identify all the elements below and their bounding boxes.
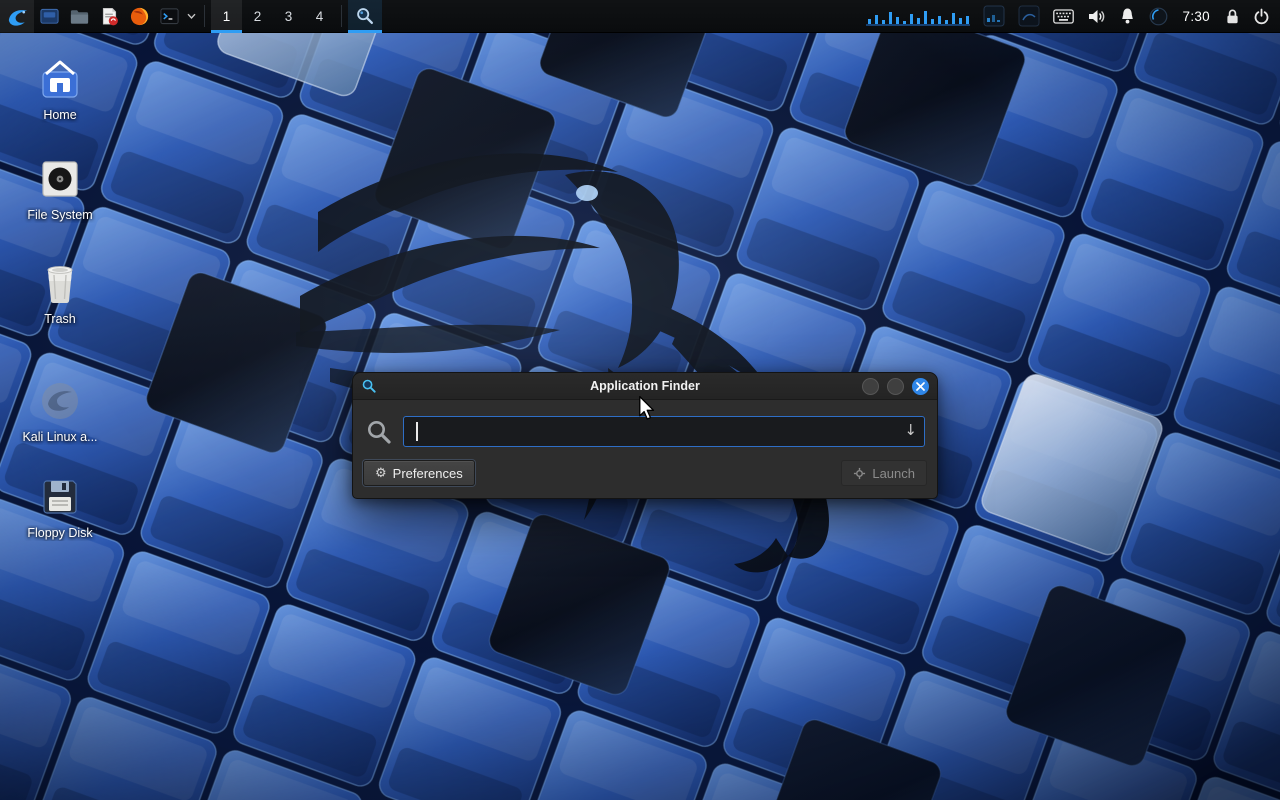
lock-icon (1225, 8, 1240, 25)
gear-icon: ⚙ (375, 466, 387, 481)
speaker-icon (1087, 8, 1106, 25)
firefox-icon (129, 6, 150, 27)
search-input[interactable] (403, 416, 925, 447)
desktop-icon-label: Home (40, 107, 79, 123)
desktop-icon-trash[interactable]: Trash (14, 258, 106, 332)
dark-circle-icon (1149, 7, 1168, 26)
app-launcher-firefox[interactable] (124, 0, 154, 33)
dark-tray-icon (983, 5, 1005, 27)
applications-menu-button[interactable] (0, 0, 34, 33)
launch-button-label: Launch (872, 466, 915, 481)
window-body: ↓ ⚙ Preferences Launch (353, 400, 937, 498)
text-editor-icon (99, 6, 120, 27)
desktop-icon-home[interactable]: Home (14, 54, 106, 128)
home-icon (38, 58, 82, 100)
kali-launcher-icon (39, 380, 81, 422)
preferences-button-label: Preferences (393, 466, 463, 481)
folder-icon (69, 6, 90, 27)
maximize-button[interactable] (887, 378, 904, 395)
screen-lock-indicator[interactable] (1225, 0, 1240, 33)
close-icon (916, 382, 925, 391)
window-titlebar[interactable]: Application Finder (353, 373, 937, 400)
keyboard-icon (1053, 9, 1074, 24)
tray-status-icon-1[interactable] (983, 0, 1005, 33)
clock[interactable]: 7:30 (1181, 0, 1212, 33)
top-panel: 1 2 3 4 (0, 0, 1280, 33)
desktop-icon-label: File System (24, 207, 95, 223)
application-finder-window: Application Finder (352, 372, 938, 499)
desktop-icon-kali-linux[interactable]: Kali Linux a... (14, 376, 106, 450)
desktop: 1 2 3 4 (0, 0, 1280, 800)
minimize-button[interactable] (862, 378, 879, 395)
dropdown-arrow-icon[interactable]: ↓ (904, 421, 917, 439)
logout-button[interactable] (1253, 0, 1270, 33)
close-button[interactable] (912, 378, 929, 395)
bell-icon (1119, 7, 1136, 25)
app-launcher-files[interactable] (34, 0, 64, 33)
status-circle-indicator[interactable] (1149, 0, 1168, 33)
preferences-button[interactable]: ⚙ Preferences (363, 460, 475, 486)
window-controls (862, 378, 929, 395)
app-launcher-terminal[interactable] (154, 0, 184, 33)
workspace-button-2[interactable]: 2 (242, 0, 273, 33)
waveform-graph-icon (866, 5, 970, 27)
launch-button[interactable]: Launch (841, 460, 927, 486)
search-icon (365, 418, 393, 446)
taskbar-application-finder-button[interactable] (348, 0, 382, 33)
trash-icon (40, 262, 80, 304)
desktop-icon-label: Trash (41, 311, 79, 327)
power-icon (1253, 8, 1270, 25)
workspace-button-4[interactable]: 4 (304, 0, 335, 33)
desktop-icon-floppy-disk[interactable]: Floppy Disk (14, 472, 106, 546)
terminal-icon (159, 6, 180, 27)
kali-logo-icon (5, 4, 30, 29)
search-row: ↓ (363, 412, 927, 449)
desktop-icon-label: Kali Linux a... (19, 429, 100, 445)
text-caret (416, 422, 418, 441)
volume-indicator[interactable] (1087, 0, 1106, 33)
floppy-disk-icon (39, 476, 81, 518)
panel-separator (341, 5, 342, 27)
workspace-button-1[interactable]: 1 (211, 0, 242, 33)
dark-tray-icon (1018, 5, 1040, 27)
panel-separator (204, 5, 205, 27)
desktop-icon-label: Floppy Disk (24, 525, 95, 541)
notifications-indicator[interactable] (1119, 0, 1136, 33)
chevron-down-icon (187, 13, 196, 20)
terminal-dropdown-button[interactable] (184, 0, 198, 33)
application-finder-icon (355, 6, 375, 26)
file-system-icon (39, 158, 81, 200)
launch-icon (853, 467, 866, 480)
search-input-wrap: ↓ (403, 416, 925, 447)
system-tray: 7:30 (866, 0, 1280, 33)
audio-visualizer-widget[interactable] (866, 0, 970, 33)
app-launcher-text-editor[interactable] (94, 0, 124, 33)
button-row: ⚙ Preferences Launch (363, 460, 927, 486)
workspace-button-3[interactable]: 3 (273, 0, 304, 33)
keyboard-layout-indicator[interactable] (1053, 0, 1074, 33)
app-launcher-file-manager[interactable] (64, 0, 94, 33)
window-icon-application-finder (361, 378, 377, 394)
desktop-icon-file-system[interactable]: File System (14, 154, 106, 228)
window-title: Application Finder (353, 379, 937, 393)
tray-status-icon-2[interactable] (1018, 0, 1040, 33)
files-app-icon (39, 6, 60, 27)
